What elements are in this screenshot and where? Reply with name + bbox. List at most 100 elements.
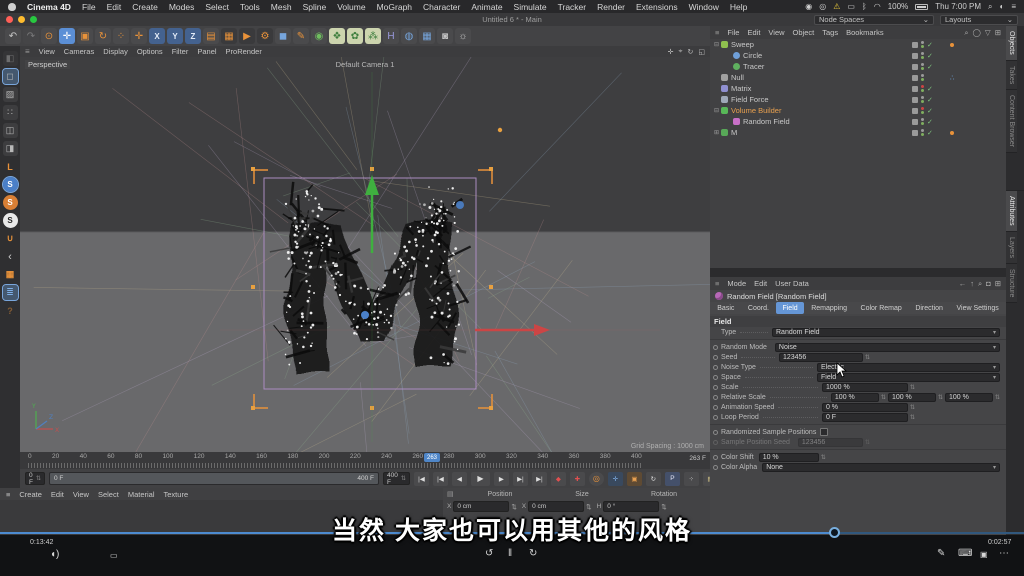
tag-badge[interactable] — [950, 43, 954, 47]
attribute-tab[interactable]: Coord. — [742, 302, 776, 314]
object-manager-menu-item[interactable]: File — [727, 28, 739, 37]
menubar-item[interactable]: MoGraph — [377, 2, 412, 12]
menubar-item[interactable]: Create — [132, 2, 158, 12]
protection-tag-icon[interactable]: ∴ — [950, 74, 955, 82]
menubar-item[interactable]: Edit — [107, 2, 122, 12]
render-picture-viewer-icon[interactable]: ▶ — [239, 28, 255, 44]
stepper-icon[interactable]: ⇅ — [938, 394, 943, 401]
spotlight-icon[interactable]: ⌕ — [988, 2, 992, 12]
object-row[interactable]: ⊞ M ✓ — [710, 127, 1006, 138]
relative-scale-x-input[interactable]: 100 % — [831, 393, 879, 402]
object-manager-menu-item[interactable]: Edit — [747, 28, 760, 37]
scale-input[interactable]: 1000 % — [822, 383, 908, 392]
vp-rotate-icon[interactable]: ↻ — [688, 48, 694, 56]
panel-side-tab[interactable]: Attributes — [1006, 191, 1017, 232]
animation-dot[interactable] — [713, 355, 718, 360]
attribute-tab[interactable]: Direction — [909, 302, 949, 314]
type-dropdown[interactable]: Random Field▾ — [772, 328, 1000, 337]
enabled-check-icon[interactable]: ✓ — [927, 96, 933, 104]
set-key-button[interactable]: ✚ — [570, 472, 585, 486]
stepper-icon[interactable]: ⇅ — [881, 394, 886, 401]
viewport-canvas[interactable]: M — [20, 57, 710, 452]
attribute-tab[interactable]: Field — [776, 302, 804, 314]
lock-icon[interactable]: ◘ — [986, 279, 991, 289]
rotate-icon[interactable]: ↻ — [95, 28, 111, 44]
seed-input[interactable]: 123456 — [779, 353, 863, 362]
color-shift-input[interactable]: 10 % — [759, 453, 819, 462]
move-icon[interactable]: ✛ — [59, 28, 75, 44]
visibility-toggle[interactable] — [912, 97, 918, 103]
object-manager-menu-item[interactable]: Bookmarks — [846, 28, 884, 37]
object-manager-menu-item[interactable]: Object — [793, 28, 815, 37]
object-toggles[interactable]: ✓ — [912, 118, 933, 126]
add-icon[interactable]: ✛ — [131, 28, 147, 44]
stepper-icon[interactable]: ⇅ — [865, 354, 870, 361]
layouts-dropdown[interactable]: Layouts ⌄ — [940, 15, 1018, 25]
magnet-icon[interactable]: ∪ — [3, 231, 18, 246]
more-icon[interactable]: ⋯ — [999, 548, 1009, 559]
prev-key-button[interactable]: |◀ — [433, 472, 448, 486]
x-axis-button[interactable]: X — [149, 28, 165, 44]
enabled-check-icon[interactable]: ✓ — [927, 107, 933, 115]
screen-record-icon[interactable]: ◉ — [805, 2, 812, 11]
viewport-menu-item[interactable]: Panel — [197, 47, 216, 56]
volume-icon[interactable]: ◖) — [50, 549, 59, 560]
panel-divider[interactable] — [710, 268, 1006, 277]
redo-icon[interactable]: ↷ — [23, 28, 39, 44]
render-view-icon[interactable]: ▦ — [221, 28, 237, 44]
symmetry-icon[interactable]: H — [383, 28, 399, 44]
material-menu-item[interactable]: Create — [19, 490, 42, 499]
undo-icon[interactable]: ↶ — [5, 28, 21, 44]
animation-dot[interactable] — [713, 455, 718, 460]
object-toggles[interactable] — [912, 74, 924, 81]
enable-snap-icon[interactable]: S — [3, 177, 18, 192]
object-toggles[interactable]: ✓ — [912, 96, 933, 104]
panel-side-tab[interactable]: Structure — [1006, 264, 1017, 303]
animation-dot[interactable] — [713, 385, 718, 390]
record-scale-button[interactable]: ▣ — [627, 472, 642, 486]
panel-menu-icon[interactable]: ≡ — [6, 490, 10, 499]
tag-badge[interactable] — [950, 131, 954, 135]
editor-render-dots[interactable] — [921, 52, 924, 59]
object-row[interactable]: Circle ✓ — [710, 50, 1006, 61]
menubar-item[interactable]: Tools — [240, 2, 260, 12]
vp-pan-icon[interactable]: ✛ — [668, 48, 674, 56]
app-menu[interactable]: Cinema 4D — [27, 2, 71, 12]
timeline-ruler[interactable]: 0204060801001201401601802002202402602803… — [20, 452, 710, 469]
play-button[interactable]: ▶ — [471, 472, 490, 486]
visibility-toggle[interactable] — [912, 64, 918, 70]
vp-zoom-icon[interactable]: ⌖ — [679, 48, 683, 56]
prev-frame-button[interactable]: ◀ — [452, 472, 467, 486]
stepper-icon[interactable]: ⇅ — [586, 503, 591, 511]
enabled-check-icon[interactable]: ✓ — [927, 52, 933, 60]
point-mode-icon[interactable]: ∷ — [3, 105, 18, 120]
randomized-sample-positions-checkbox[interactable] — [820, 428, 828, 436]
pause-icon[interactable]: ‖ — [508, 548, 512, 559]
material-menu-item[interactable]: Select — [98, 490, 119, 499]
range-end-field[interactable]: 400 F⇅ — [383, 472, 410, 485]
expander-icon[interactable]: ⊟ — [712, 41, 721, 48]
z-axis-button[interactable]: Z — [185, 28, 201, 44]
coordinate-system-icon[interactable]: ▤ — [203, 28, 219, 44]
polygon-mode-icon[interactable]: ◨ — [3, 141, 18, 156]
attribute-menu-item[interactable]: User Data — [775, 279, 809, 288]
floor-icon[interactable]: ▦ — [419, 28, 435, 44]
relative-scale-y-input[interactable]: 100 % — [888, 393, 936, 402]
next-key-button[interactable]: ▶| — [513, 472, 528, 486]
expander-icon[interactable]: ⊟ — [712, 107, 721, 114]
render-settings-icon[interactable]: ⚙ — [257, 28, 273, 44]
menubar-item[interactable]: File — [82, 2, 96, 12]
warning-icon[interactable]: ⚠ — [833, 2, 840, 11]
axis-mode-icon[interactable]: L — [3, 159, 18, 174]
object-manager-menu-item[interactable]: View — [768, 28, 784, 37]
enabled-check-icon[interactable]: ✓ — [927, 129, 933, 137]
workplane-icon[interactable]: ▦ — [3, 267, 18, 282]
light-icon[interactable]: ☼ — [455, 28, 471, 44]
visibility-toggle[interactable] — [912, 108, 918, 114]
animation-dot[interactable] — [713, 430, 718, 435]
menubar-item[interactable]: Help — [730, 2, 747, 12]
editor-render-dots[interactable] — [921, 129, 924, 136]
texture-mode-icon[interactable]: ▨ — [3, 87, 18, 102]
viewport-menu-item[interactable]: ProRender — [226, 47, 262, 56]
object-toggles[interactable]: ✓ — [912, 129, 933, 137]
